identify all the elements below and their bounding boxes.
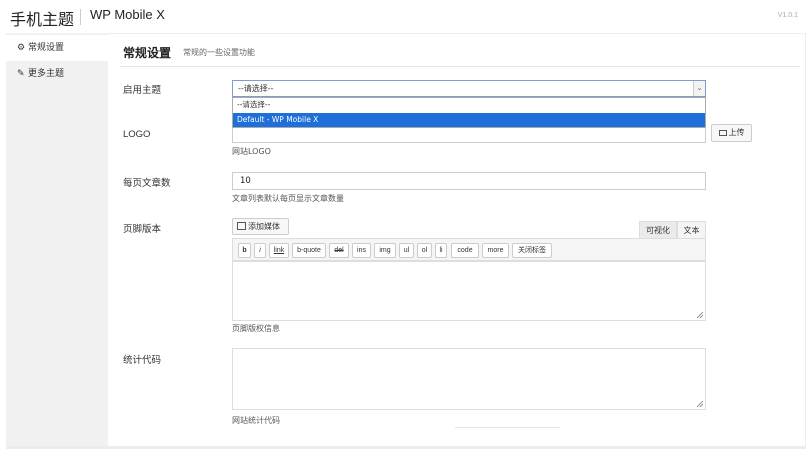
app-title: 手机主题 — [10, 10, 75, 29]
divider — [455, 427, 560, 428]
page-title: 常规设置 — [123, 46, 172, 60]
quicktag-bquote-button[interactable]: b-quote — [292, 243, 326, 258]
sidebar: ⚙ 常规设置 ✎ 更多主题 — [6, 33, 109, 446]
footer-help: 页脚版权信息 — [232, 324, 280, 333]
posts-per-page-help: 文章列表默认每页显示文章数量 — [232, 194, 344, 203]
quicktag-code-button[interactable]: code — [451, 243, 479, 258]
footer-textarea[interactable] — [232, 261, 706, 321]
title-divider-line — [120, 66, 800, 67]
quicktag-li-button[interactable]: li — [435, 243, 447, 258]
stats-code-help: 网站统计代码 — [232, 416, 280, 425]
app-subtitle: WP Mobile X — [90, 7, 165, 22]
stats-code-label: 统计代码 — [123, 355, 162, 366]
upload-button-label: 上传 — [728, 128, 745, 137]
quicktag-ul-button[interactable]: ul — [399, 243, 414, 258]
theme-label: 启用主题 — [123, 85, 162, 96]
logo-field[interactable] — [232, 128, 706, 143]
quicktag-close-tags-button[interactable]: 关闭标签 — [512, 243, 552, 258]
quicktag-ins-button[interactable]: ins — [352, 243, 371, 258]
footer-label: 页脚版本 — [123, 224, 162, 235]
sidebar-item-label: 常规设置 — [28, 43, 65, 53]
sidebar-item-general-settings[interactable]: ⚙ 常规设置 — [6, 35, 109, 61]
quicktag-italic-button[interactable]: i — [254, 243, 266, 258]
quicktag-del-button[interactable]: del — [329, 243, 349, 258]
quicktag-bold-button[interactable]: b — [238, 243, 251, 258]
logo-help: 网站LOGO — [232, 147, 271, 156]
logo-label: LOGO — [123, 129, 151, 140]
editor-toolbar: b i link b-quote del ins img ul ol li co… — [232, 238, 706, 261]
posts-per-page-input[interactable]: 10 — [232, 172, 706, 190]
chevron-down-icon[interactable]: ⌄ — [693, 81, 705, 96]
quicktag-img-button[interactable]: img — [374, 243, 396, 258]
tab-visual[interactable]: 可视化 — [639, 221, 677, 239]
quicktag-ol-button[interactable]: ol — [417, 243, 432, 258]
resize-handle-icon[interactable] — [697, 312, 703, 318]
theme-select[interactable]: --请选择-- ⌄ — [232, 80, 706, 97]
sidebar-item-label: 更多主题 — [28, 69, 65, 79]
theme-option-default[interactable]: Default - WP Mobile X — [233, 113, 705, 127]
image-icon — [718, 129, 727, 136]
theme-option-placeholder[interactable]: --请选择-- — [233, 98, 705, 112]
quicktag-link-button[interactable]: link — [269, 243, 289, 258]
page-description: 常规的一些设置功能 — [183, 48, 255, 57]
upload-button[interactable]: 上传 — [711, 124, 752, 142]
theme-dropdown: --请选择-- Default - WP Mobile X — [232, 97, 706, 128]
wrench-icon: ✎ — [17, 69, 25, 79]
theme-select-value: --请选择-- — [238, 84, 274, 93]
resize-handle-icon[interactable] — [697, 401, 703, 407]
stats-code-textarea[interactable] — [232, 348, 706, 410]
version-label: V1.0.1 — [777, 12, 798, 19]
add-media-label: 添加媒体 — [248, 222, 280, 231]
page-header: 手机主题 WP Mobile X V1.0.1 — [0, 0, 812, 32]
add-media-button[interactable]: 添加媒体 — [232, 218, 289, 235]
quicktag-more-button[interactable]: more — [482, 243, 509, 258]
gear-icon: ⚙ — [17, 43, 26, 53]
media-icon — [237, 222, 246, 230]
posts-per-page-label: 每页文章数 — [123, 178, 171, 189]
sidebar-item-more-themes[interactable]: ✎ 更多主题 — [6, 61, 108, 87]
title-divider — [80, 9, 81, 25]
tab-text[interactable]: 文本 — [677, 221, 706, 239]
